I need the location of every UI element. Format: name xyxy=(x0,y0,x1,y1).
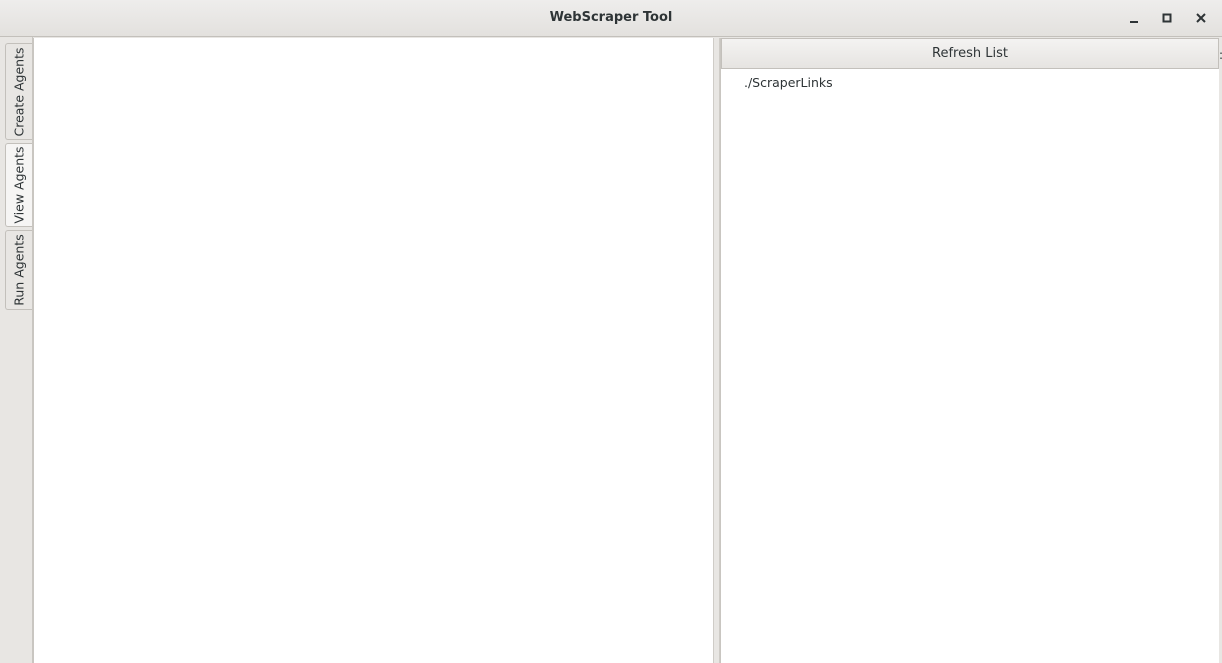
split-pane-divider[interactable] xyxy=(713,38,720,663)
minimize-button[interactable] xyxy=(1124,9,1144,27)
tab-run-agents-label: Run Agents xyxy=(11,234,27,306)
list-item[interactable]: ./ScraperLinks xyxy=(744,75,833,90)
close-icon xyxy=(1196,13,1206,23)
minimize-icon xyxy=(1130,21,1138,23)
tab-view-agents[interactable]: View Agents xyxy=(5,143,32,227)
tab-create-agents-label: Create Agents xyxy=(11,46,27,137)
agent-content-pane xyxy=(33,38,714,663)
tab-run-agents[interactable]: Run Agents xyxy=(5,230,32,310)
refresh-list-button[interactable]: Refresh List xyxy=(721,38,1219,69)
maximize-button[interactable] xyxy=(1157,9,1177,27)
agent-list-panel: Refresh List ./ScraperLinks xyxy=(720,38,1219,663)
title-bar: WebScraper Tool xyxy=(0,0,1222,37)
tab-create-agents[interactable]: Create Agents xyxy=(5,43,32,140)
tab-view-agents-label: View Agents xyxy=(11,146,27,224)
window-title: WebScraper Tool xyxy=(549,10,673,25)
maximize-icon xyxy=(1162,13,1172,23)
tab-sidebar: Create Agents View Agents Run Agents xyxy=(0,37,33,663)
close-button[interactable] xyxy=(1191,9,1211,27)
